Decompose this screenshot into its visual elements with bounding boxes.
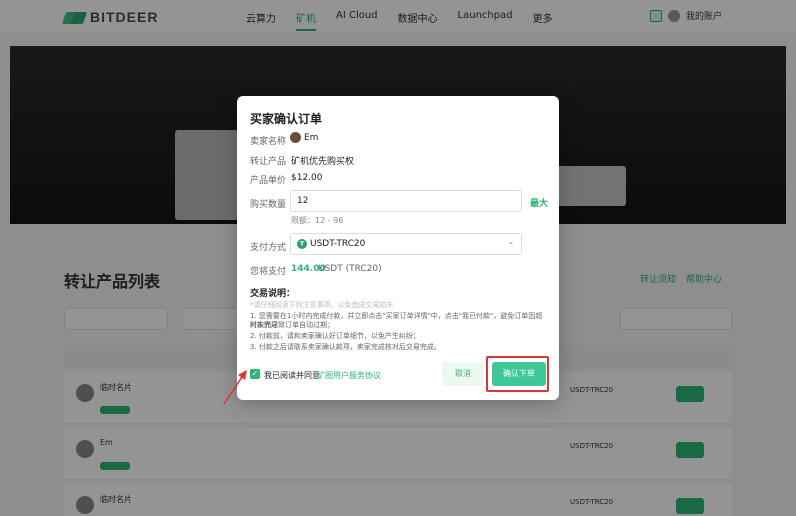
notice-title: 交易说明： — [250, 289, 296, 299]
notice-item-2: 2. 付款前，请和卖家确认好订单细节，以免产生纠纷； — [250, 332, 420, 340]
payment-select[interactable]: ₮ USDT-TRC20 ⌄ — [290, 233, 522, 255]
seller-name: Em — [304, 133, 319, 143]
annotation-arrow-icon — [223, 370, 247, 405]
total-unit: USDT (TRC20) — [318, 264, 382, 274]
usdt-icon: ₮ — [297, 239, 307, 249]
price-value: $12.00 — [291, 173, 323, 183]
max-quantity-button[interactable]: 最大 — [530, 196, 548, 209]
price-label: 产品单价 — [250, 176, 287, 186]
agree-checkbox[interactable]: ✓ — [250, 369, 260, 379]
service-agreement-link[interactable]: 矿圈用户服务协议 — [317, 370, 381, 381]
chevron-down-icon: ⌄ — [507, 237, 515, 247]
payment-value: USDT-TRC20 — [310, 239, 366, 249]
avatar — [290, 132, 301, 143]
notice-item-3: 3. 付款之后请联系卖家确认款项，卖家完成核对后交易完成。 — [250, 343, 441, 351]
notice-hint: *请仔细阅读下列注意事项，以免造成交易损失 — [250, 301, 394, 309]
modal-title: 买家确认订单 — [250, 112, 323, 126]
quantity-label: 购买数量 — [250, 200, 287, 210]
confirm-order-modal: 买家确认订单 卖家名称 Em 转让产品 矿机优先购买权 产品单价 $12.00 … — [237, 96, 559, 400]
notice-item-1b: 付款而导致订单自动过期； — [250, 321, 334, 329]
quantity-input[interactable]: 12 — [290, 190, 522, 212]
product-value: 矿机优先购买权 — [291, 157, 355, 167]
seller-label: 卖家名称 — [250, 137, 287, 147]
total-label: 您将支付 — [250, 267, 287, 277]
cancel-button[interactable]: 取消 — [442, 362, 484, 386]
agree-text: 我已阅读并同意 — [264, 371, 320, 380]
payment-label: 支付方式 — [250, 243, 287, 253]
quantity-range: 限额：12 - 96 — [291, 216, 344, 225]
product-label: 转让产品 — [250, 157, 287, 167]
annotation-highlight-box — [486, 356, 549, 392]
